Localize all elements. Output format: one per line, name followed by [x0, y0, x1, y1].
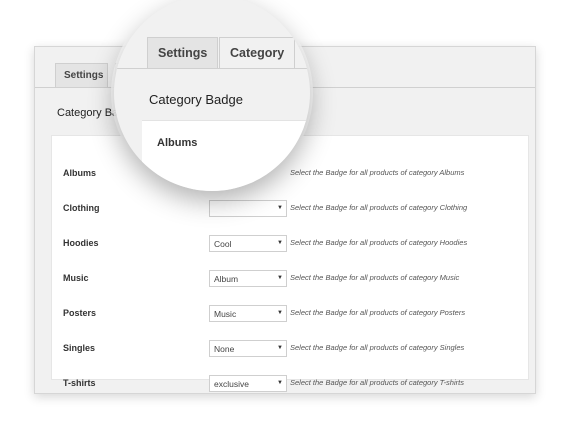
select-value: None [214, 344, 235, 354]
row-description: Select the Badge for all products of cat… [290, 343, 465, 352]
magnified-tab-bar: Settings Category [114, 0, 310, 69]
row-label: Hoodies [63, 238, 99, 248]
dropdown-arrow-icon: ▼ [277, 380, 283, 386]
row-label: Clothing [63, 203, 100, 213]
select-value: Cool [214, 239, 232, 249]
select-value: Music [214, 309, 237, 319]
row-description: Select the Badge for all products of cat… [290, 238, 468, 247]
row-description: Select the Badge for all products of cat… [290, 308, 466, 317]
badge-select[interactable]: Music ▼ [209, 305, 287, 322]
form-row-music: Music Album ▼ Select the Badge for all p… [52, 268, 528, 290]
dropdown-arrow-icon: ▼ [277, 310, 283, 316]
magnified-row-label: Albums [157, 137, 198, 149]
dropdown-arrow-icon: ▼ [277, 240, 283, 246]
row-label: Posters [63, 308, 97, 318]
badge-select[interactable]: ▼ [209, 200, 287, 217]
row-description: Select the Badge for all products of cat… [290, 168, 465, 177]
magnified-tab-category[interactable]: Category [219, 37, 296, 68]
badge-select[interactable]: Cool ▼ [209, 235, 287, 252]
row-label: T-shirts [63, 378, 96, 388]
dropdown-arrow-icon: ▼ [277, 345, 283, 351]
row-description: Select the Badge for all products of cat… [290, 378, 464, 387]
row-description: Select the Badge for all products of cat… [290, 273, 460, 282]
magnified-tab-settings[interactable]: Settings [147, 37, 219, 68]
dropdown-arrow-icon: ▼ [277, 205, 283, 211]
badge-select[interactable]: Album ▼ [209, 270, 287, 287]
badge-select[interactable]: exclusive ▼ [209, 375, 287, 392]
magnified-section-title: Category Badge [149, 92, 243, 107]
tab-settings[interactable]: Settings [55, 63, 108, 87]
badge-select[interactable]: None ▼ [209, 340, 287, 357]
form-row-t-shirts: T-shirts exclusive ▼ Select the Badge fo… [52, 373, 528, 395]
form-row-hoodies: Hoodies Cool ▼ Select the Badge for all … [52, 233, 528, 255]
row-description: Select the Badge for all products of cat… [290, 203, 468, 212]
form-row-clothing: Clothing ▼ Select the Badge for all prod… [52, 198, 528, 220]
section-title: Category Bad [57, 107, 125, 119]
form-row-singles: Singles None ▼ Select the Badge for all … [52, 338, 528, 360]
dropdown-arrow-icon: ▼ [277, 275, 283, 281]
row-label: Singles [63, 343, 96, 353]
magnifier-lens: Settings Category Category Badge Albums [114, 0, 310, 191]
form-row-posters: Posters Music ▼ Select the Badge for all… [52, 303, 528, 325]
row-label: Music [63, 273, 89, 283]
select-value: exclusive [214, 379, 249, 389]
row-label: Albums [63, 168, 97, 178]
magnified-form: Albums [142, 120, 310, 191]
select-value: Album [214, 274, 239, 284]
